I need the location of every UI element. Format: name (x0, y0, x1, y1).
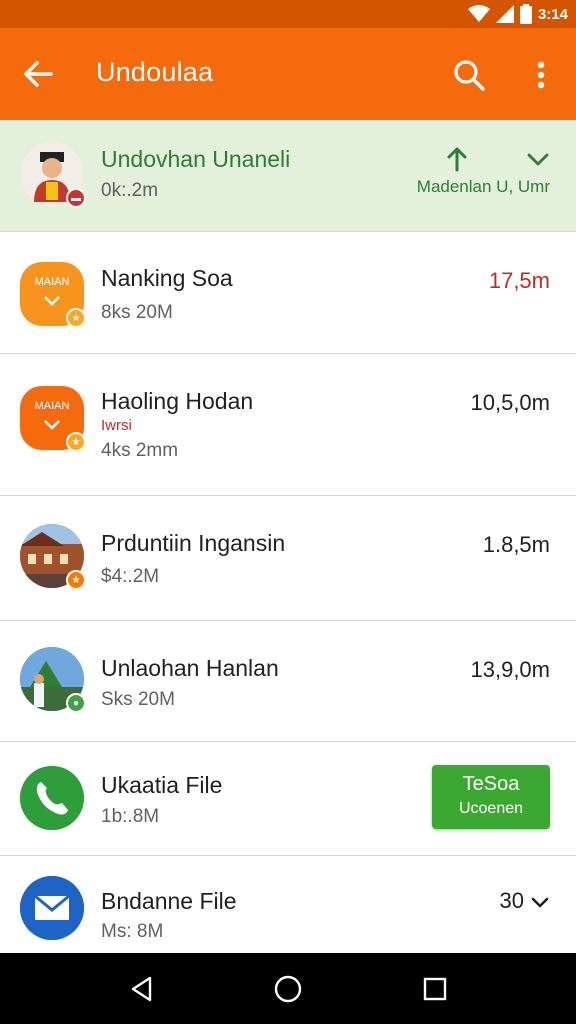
item-file-size: 10,5,0m (470, 390, 551, 415)
list-item[interactable]: MAIAN ★ Nanking Soa 8ks 20M 17,5m (0, 232, 576, 354)
system-navigation-bar (0, 953, 576, 1024)
app-badge-icon: ▬ (66, 188, 86, 208)
list-item[interactable]: Bndanne File Ms: 8M 30 (0, 856, 576, 953)
list-item[interactable]: ▬ Undovhan Unaneli 0k:.2m Madenlan U, Um… (0, 120, 576, 232)
item-size: 4ks 2mm (101, 440, 179, 461)
open-button-sublabel: Ucoenen (458, 800, 524, 817)
wifi-icon (467, 5, 490, 22)
orange-app-icon: MAIAN ★ (20, 262, 86, 328)
star-badge-icon: ★ (66, 308, 86, 328)
orange-app-icon: MAIAN ★ (20, 386, 86, 452)
chevron-down-icon[interactable] (530, 896, 550, 910)
back-nav-icon[interactable] (126, 973, 158, 1005)
item-name: Haoling Hodan (101, 388, 254, 414)
item-file-size: 30 (499, 888, 524, 913)
page-title: Undoulaa (96, 57, 214, 87)
item-file-size: 17,5m (488, 268, 550, 293)
item-size: 0k:.2m (101, 180, 159, 201)
item-size: Sks 20M (101, 689, 175, 710)
signal-icon (495, 5, 514, 23)
list-item[interactable]: ● Unlaohan Hanlan Sks 20M 13,9,0m (0, 621, 576, 742)
back-arrow-icon[interactable] (20, 56, 56, 92)
item-tag: Iwrsi (101, 417, 132, 434)
home-nav-icon[interactable] (272, 973, 304, 1005)
recents-nav-icon[interactable] (419, 973, 451, 1005)
chevron-down-icon[interactable] (526, 151, 550, 169)
app-bar: Undoulaa (0, 28, 576, 120)
list-item[interactable]: MAIAN ★ Haoling Hodan Iwrsi 4ks 2mm 10,5… (0, 354, 576, 496)
upload-arrow-icon[interactable] (446, 146, 468, 172)
status-time: 3:14 (537, 5, 568, 23)
open-button-label: TeSoa (462, 773, 520, 795)
building-photo-avatar: ★ (20, 524, 86, 590)
list-item[interactable]: ★ Prduntiin Ingansin $4:.2M 1.8,5m (0, 496, 576, 621)
mail-icon (20, 876, 84, 940)
person-avatar: ▬ (20, 142, 86, 208)
item-size: $4:.2M (101, 566, 160, 587)
landscape-photo-avatar: ● (20, 647, 86, 713)
mail-app-avatar (20, 876, 84, 940)
search-icon[interactable] (450, 56, 488, 94)
item-name: Unlaohan Hanlan (101, 655, 279, 681)
list-item[interactable]: Ukaatia File 1b:.8M TeSoa Ucoenen (0, 742, 576, 856)
item-file-size: 1.8,5m (482, 532, 550, 557)
more-options-icon[interactable] (526, 56, 556, 94)
app-icon-label: MAIAN (34, 400, 70, 412)
item-size: Ms: 8M (101, 921, 164, 942)
star-badge-icon: ★ (66, 570, 86, 590)
phone-app-avatar (20, 766, 84, 830)
star-badge-icon: ★ (66, 432, 86, 452)
battery-icon (519, 4, 532, 24)
item-name: Ukaatia File (101, 772, 223, 798)
open-button[interactable]: TeSoa Ucoenen (432, 765, 550, 829)
chevron-down-icon (44, 296, 60, 306)
item-name: Undovhan Unaneli (101, 146, 291, 172)
item-size: 1b:.8M (101, 806, 160, 827)
chevron-down-icon (44, 420, 60, 430)
item-status-label: Madenlan U, Umr (416, 177, 550, 196)
app-icon-label: MAIAN (34, 276, 70, 288)
phone-icon (20, 766, 84, 830)
status-icons: 3:14 (467, 4, 568, 24)
item-size: 8ks 20M (101, 302, 173, 323)
item-name: Prduntiin Ingansin (101, 530, 286, 556)
chat-badge-icon: ● (66, 693, 86, 713)
item-name: Bndanne File (101, 888, 237, 914)
status-bar: 3:14 (0, 0, 576, 28)
item-name: Nanking Soa (101, 265, 233, 291)
item-file-size: 13,9,0m (470, 657, 551, 682)
